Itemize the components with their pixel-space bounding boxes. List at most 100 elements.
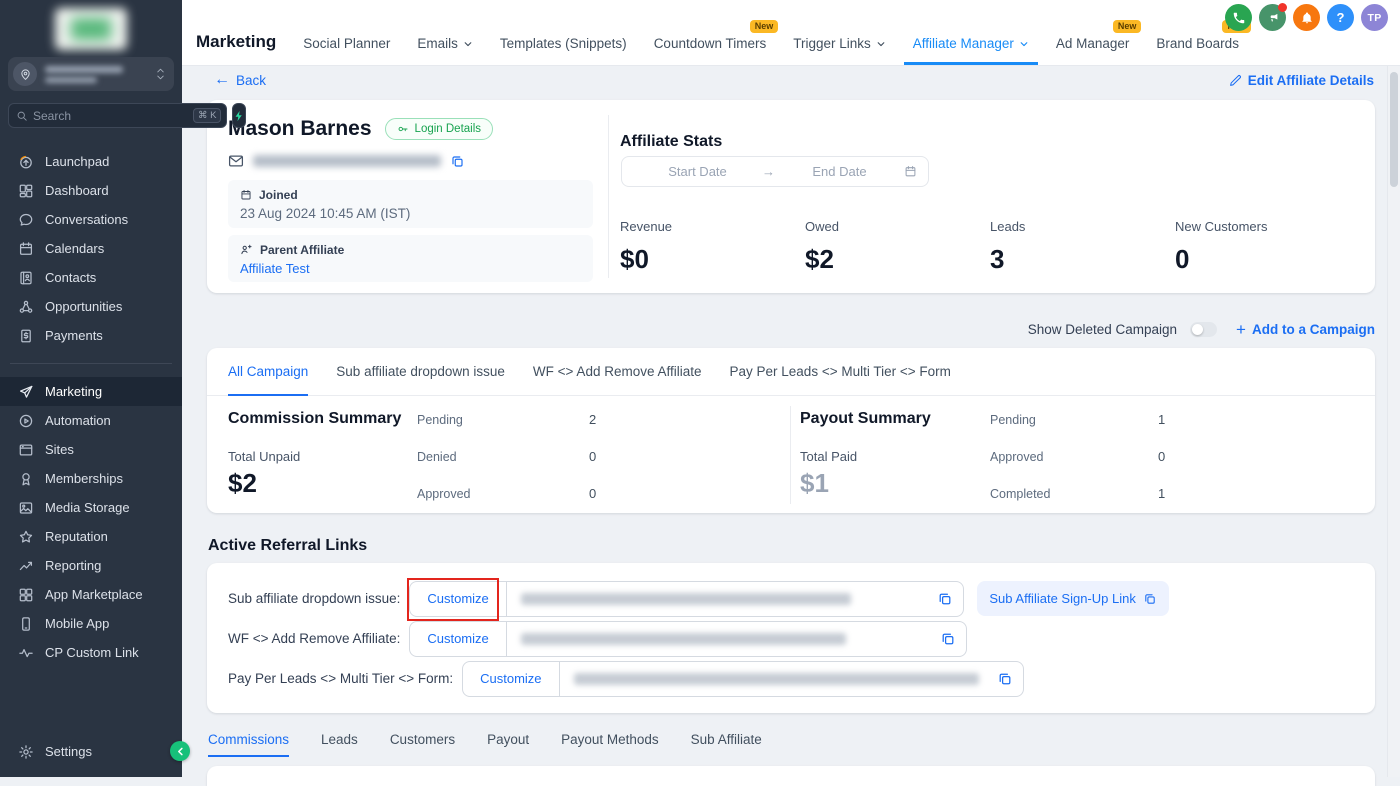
referral-row-wf-add-remove-affiliate: WF <> Add Remove Affiliate: Customize [228, 620, 1354, 657]
detail-tabs: Commissions Leads Customers Payout Payou… [208, 732, 762, 757]
payments-icon [18, 328, 34, 344]
tab-commissions[interactable]: Commissions [208, 732, 289, 757]
chevron-up-down-icon [155, 66, 166, 82]
campaign-tab-pay-per-leads[interactable]: Pay Per Leads <> Multi Tier <> Form [730, 348, 951, 395]
sidebar-item-sites[interactable]: Sites [0, 435, 182, 464]
summary-divider [790, 406, 791, 504]
ai-bolt-icon [233, 109, 245, 123]
sidebar-item-media-storage[interactable]: Media Storage [0, 493, 182, 522]
campaign-tab-sub-affiliate-dropdown-issue[interactable]: Sub affiliate dropdown issue [336, 348, 505, 395]
tab-trigger-links[interactable]: Trigger Links [793, 36, 886, 51]
copy-link-icon[interactable] [937, 591, 953, 607]
campaign-tab-all[interactable]: All Campaign [228, 348, 308, 395]
total-paid-value: $1 [800, 468, 829, 499]
campaign-tab-wf-add-remove-affiliate[interactable]: WF <> Add Remove Affiliate [533, 348, 702, 395]
notifications-button[interactable] [1293, 4, 1320, 31]
tab-affiliate-manager[interactable]: Affiliate Manager [913, 36, 1029, 51]
sidebar-item-label: Automation [45, 413, 111, 428]
start-date-input[interactable]: Start Date [633, 164, 762, 179]
sub-affiliate-signup-link-button[interactable]: Sub Affiliate Sign-Up Link [977, 581, 1168, 616]
sidebar-search[interactable]: ⌘ K [8, 103, 227, 128]
commission-summary: Commission Summary Total Unpaid $2 Pendi… [228, 396, 778, 512]
commission-row-pending: Pending2 [417, 412, 596, 427]
affiliate-email-blurred [253, 155, 441, 167]
sidebar-item-payments[interactable]: Payments [0, 321, 182, 350]
show-deleted-campaign-toggle[interactable] [1190, 322, 1217, 337]
parent-affiliate-link[interactable]: Affiliate Test [240, 261, 581, 276]
sidebar-item-opportunities[interactable]: Opportunities [0, 292, 182, 321]
back-button[interactable]: ← Back [214, 72, 266, 88]
sidebar-item-contacts[interactable]: Contacts [0, 263, 182, 292]
tab-payout-methods[interactable]: Payout Methods [561, 732, 659, 757]
sidebar-item-memberships[interactable]: Memberships [0, 464, 182, 493]
add-to-campaign-button[interactable]: + Add to a Campaign [1236, 321, 1375, 338]
tab-brand-boards[interactable]: Brand BoardsNew [1156, 36, 1239, 51]
cp-custom-link-icon [18, 645, 34, 661]
sidebar-item-label: Mobile App [45, 616, 109, 631]
referral-row-sub-affiliate-dropdown-issue: Sub affiliate dropdown issue: Customize … [228, 580, 1354, 617]
customize-button[interactable]: Customize [463, 662, 559, 696]
sidebar-item-settings[interactable]: Settings [0, 737, 182, 766]
announcements-button[interactable] [1259, 4, 1286, 31]
sidebar-item-automation[interactable]: Automation [0, 406, 182, 435]
tab-payout[interactable]: Payout [487, 732, 529, 757]
date-range-picker[interactable]: Start Date → End Date [621, 156, 929, 187]
referral-url-field[interactable] [507, 582, 964, 616]
copy-link-icon[interactable] [940, 631, 956, 647]
tab-customers[interactable]: Customers [390, 732, 455, 757]
search-input[interactable] [33, 109, 188, 123]
tab-countdown-timers[interactable]: Countdown TimersNew [654, 36, 767, 51]
help-button[interactable]: ? [1327, 4, 1354, 31]
settings-gear-icon [18, 744, 34, 760]
help-icon: ? [1337, 10, 1345, 25]
sidebar-item-calendars[interactable]: Calendars [0, 234, 182, 263]
tab-emails[interactable]: Emails [417, 36, 473, 51]
sidebar-item-mobile-app[interactable]: Mobile App [0, 609, 182, 638]
sidebar-item-launchpad[interactable]: Launchpad [0, 147, 182, 176]
page-scrollbar[interactable] [1387, 66, 1400, 777]
copy-link-icon[interactable] [997, 671, 1013, 687]
ai-assistant-button[interactable] [232, 103, 246, 128]
sidebar-item-reporting[interactable]: Reporting [0, 551, 182, 580]
new-badge: New [1113, 20, 1142, 33]
search-icon [16, 110, 28, 122]
sidebar-item-cp-custom-link[interactable]: CP Custom Link [0, 638, 182, 667]
sidebar-item-dashboard[interactable]: Dashboard [0, 176, 182, 205]
tab-social-planner[interactable]: Social Planner [303, 36, 390, 51]
referral-url-blurred [574, 673, 979, 685]
header-icons: ? TP [1225, 4, 1388, 31]
sidebar-collapse-button[interactable] [170, 741, 190, 761]
scrollbar-thumb[interactable] [1390, 72, 1398, 187]
tab-ad-manager[interactable]: Ad ManagerNew [1056, 36, 1130, 51]
affiliate-details-card: Mason Barnes Login Details Joined 23 Aug… [207, 100, 1375, 293]
referral-url-field[interactable] [560, 662, 1024, 696]
payout-summary: Payout Summary Total Paid $1 Pending1 Ap… [800, 396, 1355, 512]
edit-affiliate-details-button[interactable]: Edit Affiliate Details [1229, 73, 1374, 88]
new-badge: New [750, 20, 779, 33]
sidebar-item-app-marketplace[interactable]: App Marketplace [0, 580, 182, 609]
login-key-icon [397, 123, 409, 135]
tab-sub-affiliate[interactable]: Sub Affiliate [691, 732, 762, 757]
collapse-icon [175, 746, 186, 757]
page-title: Marketing [196, 32, 276, 65]
opportunities-icon [18, 299, 34, 315]
phone-button[interactable] [1225, 4, 1252, 31]
agency-logo [55, 8, 127, 50]
end-date-input[interactable]: End Date [775, 164, 904, 179]
login-details-badge[interactable]: Login Details [385, 118, 493, 140]
referral-url-field[interactable] [507, 622, 967, 656]
user-avatar[interactable]: TP [1361, 4, 1388, 31]
sidebar-item-marketing[interactable]: Marketing [0, 377, 182, 406]
tab-templates-snippets[interactable]: Templates (Snippets) [500, 36, 627, 51]
copy-email-icon[interactable] [450, 154, 465, 169]
tab-leads[interactable]: Leads [321, 732, 358, 757]
sidebar-item-conversations[interactable]: Conversations [0, 205, 182, 234]
calendar-icon [904, 165, 917, 178]
account-switcher[interactable] [8, 57, 174, 91]
total-unpaid-value: $2 [228, 468, 257, 499]
customize-button[interactable]: Customize [410, 622, 506, 656]
customize-button[interactable]: Customize [410, 582, 506, 616]
copy-link-icon [1143, 592, 1157, 606]
calendars-icon [18, 241, 34, 257]
sidebar-item-reputation[interactable]: Reputation [0, 522, 182, 551]
